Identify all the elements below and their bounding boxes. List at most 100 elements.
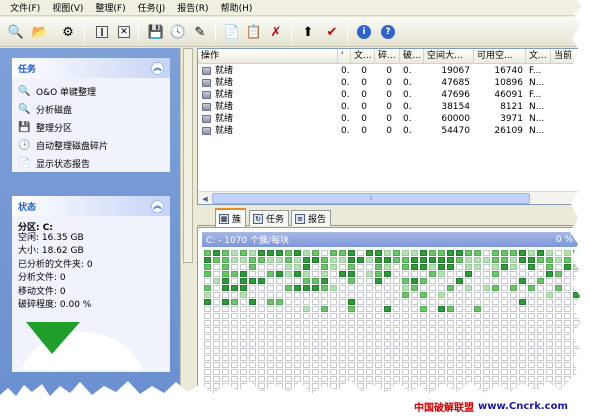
help-icon[interactable]: ? — [378, 22, 398, 42]
collapse-tasks-icon[interactable]: ︽ — [151, 61, 164, 75]
cluster-block — [546, 271, 553, 277]
new-icon[interactable]: 📄 — [222, 22, 242, 42]
menu-file[interactable]: 文件(F) — [6, 1, 44, 14]
task-auto-defrag[interactable]: 🕓 自动整理磁盘碎片 — [12, 136, 170, 154]
cluster-block — [348, 271, 355, 277]
menu-jobs[interactable]: 任务(J) — [134, 1, 170, 14]
cluster-block — [285, 320, 292, 326]
cluster-block — [348, 383, 355, 389]
menu-reports[interactable]: 报告(R) — [173, 1, 212, 14]
drive-row[interactable]: 就绪 0. 0 0 0. 19067 16740 F... — [198, 65, 589, 77]
cluster-block — [510, 348, 517, 354]
cluster-block — [339, 397, 346, 403]
cluster-block — [546, 327, 553, 333]
col-filesystem[interactable]: 文... — [526, 49, 551, 64]
col-broken[interactable]: 破... — [400, 49, 424, 64]
cluster-block — [330, 369, 337, 375]
cluster-block — [330, 320, 337, 326]
cluster-block — [402, 355, 409, 361]
cluster-block — [555, 250, 562, 256]
pane-splitter[interactable] — [180, 48, 194, 418]
task-analyze[interactable]: 🔍 分析磁盘 — [12, 100, 170, 118]
splitter-thumb[interactable] — [183, 48, 193, 263]
report-icon[interactable]: ✔ — [322, 22, 342, 42]
col-current[interactable]: 当前 — [551, 49, 589, 64]
cluster-block — [240, 362, 247, 368]
cluster-block — [321, 334, 328, 340]
cluster-block — [474, 348, 481, 354]
tab-clusters[interactable]: ▦ 簇 — [215, 208, 247, 227]
cluster-block — [438, 313, 445, 319]
cluster-block — [267, 355, 274, 361]
menu-defrag[interactable]: 整理(F) — [91, 1, 129, 14]
wizard-icon[interactable]: ✎ — [190, 22, 210, 42]
cluster-block — [519, 313, 526, 319]
task-defrag-partition[interactable]: 💾 整理分区 — [12, 118, 170, 136]
tab-jobs[interactable]: ↻ 任务 — [249, 210, 290, 226]
cluster-block — [510, 250, 517, 256]
cluster-block — [546, 390, 553, 396]
row-status: 就绪 — [215, 114, 234, 124]
cluster-block — [366, 348, 373, 354]
delete-icon[interactable]: ✗ — [266, 22, 286, 42]
scroll-thumb[interactable]: ⁞ — [212, 193, 530, 204]
col-operation[interactable]: 操作 — [198, 49, 338, 64]
pause-icon[interactable]: ‖ — [92, 22, 112, 42]
cluster-block — [483, 278, 490, 284]
priority-icon[interactable]: ⬆ — [298, 22, 318, 42]
col-space-size[interactable]: 空间大... — [424, 49, 474, 64]
cluster-block — [267, 257, 274, 263]
col-progress[interactable]: ' — [338, 49, 351, 64]
search-icon[interactable]: 🔍 — [6, 22, 26, 42]
cluster-block — [240, 285, 247, 291]
cluster-block — [555, 376, 562, 382]
tab-reports[interactable]: ≡ 报告 — [291, 210, 332, 226]
col-fragments[interactable]: 碎... — [375, 49, 400, 64]
copy-icon[interactable]: 📋 — [244, 22, 264, 42]
drive-row[interactable]: 就绪 0. 0 0 0. 47685 10896 N... — [198, 77, 589, 89]
cluster-block — [285, 341, 292, 347]
col-free-space[interactable]: 可用空... — [474, 49, 526, 64]
settings-icon[interactable]: ⚙ — [58, 22, 78, 42]
cluster-block — [555, 320, 562, 326]
scroll-left-icon[interactable]: ◀ — [199, 193, 211, 204]
cluster-block — [393, 299, 400, 305]
cluster-block — [447, 362, 454, 368]
cluster-block — [510, 362, 517, 368]
cluster-block — [456, 320, 463, 326]
cluster-block — [276, 376, 283, 382]
cluster-block — [492, 348, 499, 354]
cluster-block — [555, 299, 562, 305]
cluster-block — [231, 404, 238, 410]
menu-help[interactable]: 帮助(H) — [217, 1, 257, 14]
cluster-block — [267, 404, 274, 410]
defrag-icon[interactable]: 💾 — [146, 22, 166, 42]
drive-row[interactable]: 就绪 0. 0 0 0. 60000 3971 N... — [198, 113, 589, 125]
open-icon[interactable]: 📂 — [30, 22, 50, 42]
cluster-block — [528, 306, 535, 312]
cluster-block — [222, 334, 229, 340]
cluster-block — [483, 292, 490, 298]
cluster-block — [483, 341, 490, 347]
menu-view[interactable]: 视图(V) — [48, 1, 87, 14]
horizontal-scrollbar[interactable]: ◀ ⁞ ▶ — [198, 191, 589, 204]
cluster-block — [492, 285, 499, 291]
cluster-block — [384, 376, 391, 382]
col-files[interactable]: 文... — [351, 49, 375, 64]
cluster-block — [213, 313, 220, 319]
cluster-block — [528, 278, 535, 284]
schedule-icon[interactable]: 🕓 — [168, 22, 188, 42]
task-one-click[interactable]: 🔍 O&O 单键整理 — [12, 82, 170, 100]
stop-icon[interactable]: ✕ — [114, 22, 134, 42]
cluster-block — [420, 376, 427, 382]
drive-row[interactable]: 就绪 0. 0 0 0. 38154 8121 N... — [198, 101, 589, 113]
scroll-right-icon[interactable]: ▶ — [578, 193, 589, 204]
cluster-block — [213, 257, 220, 263]
collapse-status-icon[interactable]: ︽ — [151, 199, 164, 213]
drive-row[interactable]: 就绪 0. 0 0 0. 47696 46091 F... — [198, 89, 589, 101]
task-status-report[interactable]: 📄 显示状态报告 — [12, 154, 170, 172]
cluster-block — [375, 404, 382, 410]
info-icon[interactable]: i — [354, 22, 374, 42]
drive-row[interactable]: 就绪 0. 0 0 0. 54470 26109 N... — [198, 125, 589, 137]
cluster-block — [402, 334, 409, 340]
